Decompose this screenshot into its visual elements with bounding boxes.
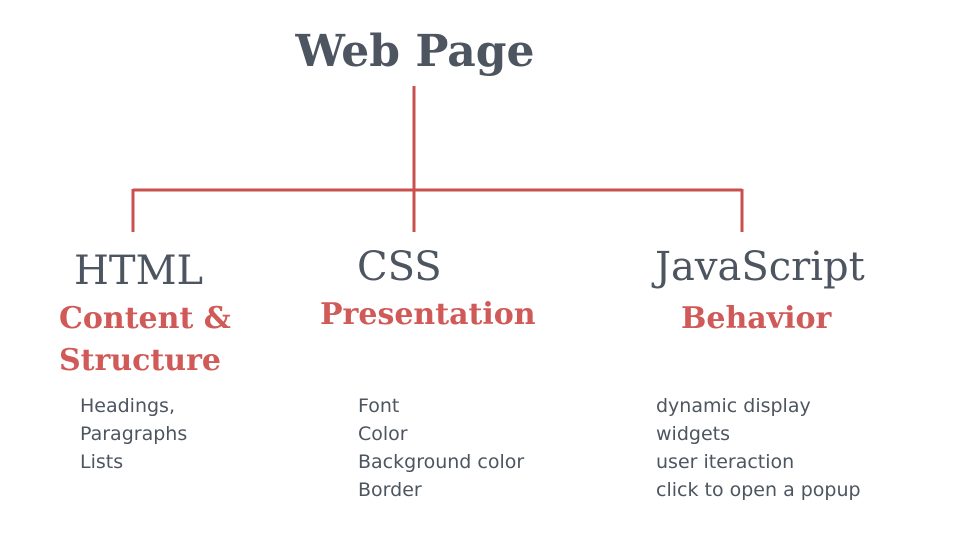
css-node-subtitle: Presentation	[320, 294, 536, 336]
javascript-subtitle-line: Behavior	[681, 301, 832, 336]
list-item: Color	[358, 423, 408, 445]
html-node-title: HTML	[74, 248, 204, 294]
css-node-title: CSS	[357, 244, 442, 290]
list-item: Paragraphs	[80, 423, 188, 445]
list-item: Font	[358, 395, 400, 417]
html-items-list: Headings, Paragraphs Lists	[80, 392, 187, 476]
list-item: dynamic display	[656, 395, 811, 417]
list-item: user iteraction	[656, 451, 795, 473]
list-item: Headings,	[80, 395, 175, 417]
html-node-subtitle: Content & Structure	[59, 298, 231, 382]
css-items-list: Font Color Background color Border	[358, 392, 524, 504]
list-item: widgets	[656, 423, 730, 445]
javascript-node-subtitle: Behavior	[681, 298, 831, 340]
html-subtitle-line: Content &	[59, 301, 231, 336]
javascript-items-list: dynamic display widgets user iteraction …	[656, 392, 861, 504]
css-subtitle-line: Presentation	[320, 297, 536, 332]
list-item: Background color	[358, 451, 525, 473]
list-item: Border	[358, 479, 422, 501]
list-item: click to open a popup	[656, 479, 861, 501]
html-subtitle-line: Structure	[59, 343, 221, 378]
javascript-node-title: JavaScript	[655, 244, 865, 290]
root-node-title: Web Page	[295, 26, 535, 77]
list-item: Lists	[80, 451, 124, 473]
